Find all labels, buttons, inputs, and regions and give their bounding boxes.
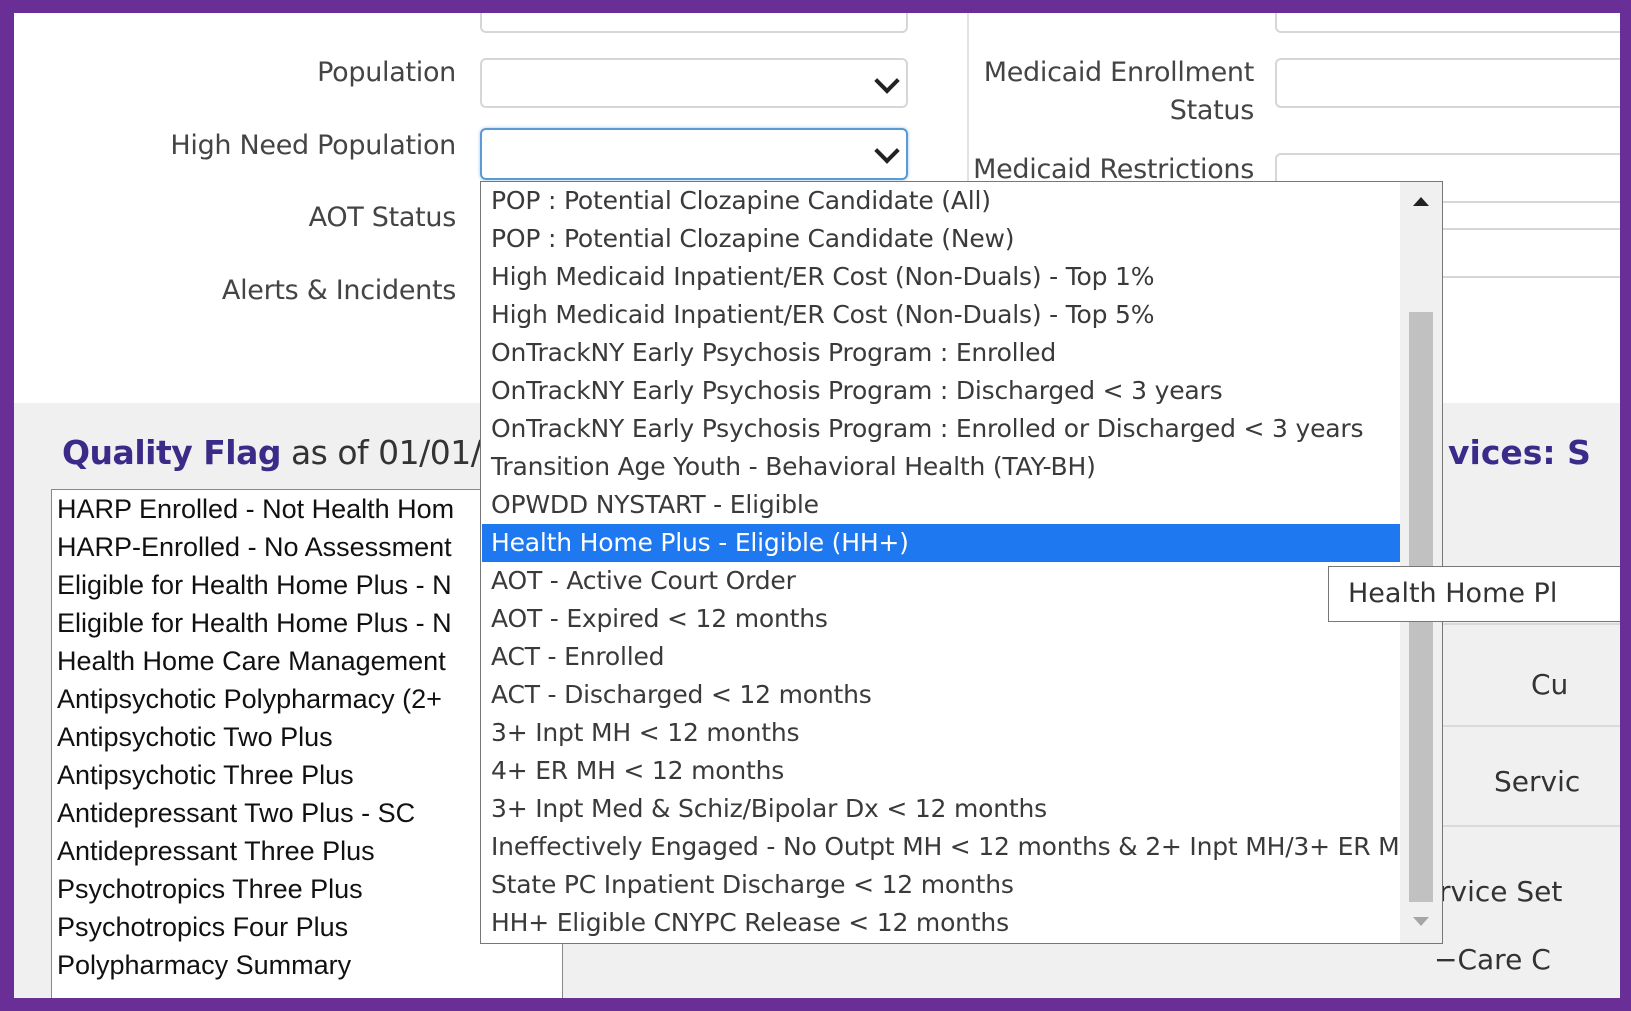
dropdown-option[interactable]: State PC Inpatient Discharge < 12 months — [482, 866, 1400, 904]
chevron-down-icon — [874, 138, 900, 164]
dropdown-option[interactable]: High Medicaid Inpatient/ER Cost (Non-Dua… — [482, 296, 1400, 334]
population-label: Population — [317, 57, 456, 88]
scroll-down-arrow-icon[interactable] — [1413, 917, 1429, 926]
medicaid-enrollment-field[interactable] — [1275, 58, 1620, 108]
service-setting-label: rvice Set — [1439, 875, 1563, 908]
dropdown-option[interactable]: OnTrackNY Early Psychosis Program : Enro… — [482, 410, 1400, 448]
dropdown-scrollbar[interactable] — [1400, 182, 1442, 943]
dropdown-option[interactable]: POP : Potential Clozapine Candidate (All… — [482, 182, 1400, 220]
quality-flag-heading: Quality Flag — [62, 433, 281, 472]
medicaid-enrollment-label-line2: Status — [1169, 95, 1255, 126]
dropdown-option[interactable]: 4+ ER MH < 12 months — [482, 752, 1400, 790]
top-left-select[interactable] — [480, 13, 908, 33]
minus-icon[interactable]: − — [1434, 943, 1457, 976]
scroll-up-arrow-icon[interactable] — [1413, 197, 1429, 206]
quality-flag-title: Quality Flag as of 01/01/202 — [62, 433, 543, 472]
dropdown-option[interactable]: 3+ Inpt MH < 12 months — [482, 714, 1400, 752]
dropdown-option[interactable]: ACT - Discharged < 12 months — [482, 676, 1400, 714]
high-need-population-label: High Need Population — [170, 130, 456, 161]
dropdown-option[interactable]: ACT - Enrolled — [482, 638, 1400, 676]
right-field-4[interactable] — [1434, 228, 1620, 278]
care-label-text: Care C — [1457, 943, 1551, 976]
medicaid-enrollment-label-line1: Medicaid Enrollment — [983, 57, 1255, 88]
top-right-field[interactable] — [1275, 13, 1620, 33]
dropdown-option[interactable]: Transition Age Youth - Behavioral Health… — [482, 448, 1400, 486]
dropdown-option[interactable]: Ineffectively Engaged - No Outpt MH < 12… — [482, 828, 1418, 866]
high-need-population-dropdown[interactable]: POP : Potential Clozapine Candidate (All… — [480, 181, 1443, 944]
dropdown-option[interactable]: OnTrackNY Early Psychosis Program : Enro… — [482, 334, 1400, 372]
dropdown-option[interactable]: AOT - Active Court Order — [482, 562, 1400, 600]
alerts-incidents-label: Alerts & Incidents — [221, 275, 456, 306]
population-select[interactable] — [480, 58, 908, 108]
service-label: Servic — [1494, 765, 1581, 798]
medicaid-enrollment-label: Medicaid Enrollment Status — [954, 54, 1255, 130]
dropdown-option[interactable]: HH+ Eligible CNYPC Release < 12 months — [482, 904, 1400, 942]
dropdown-option[interactable]: AOT - Expired < 12 months — [482, 600, 1400, 638]
dropdown-option[interactable]: 3+ Inpt Med & Schiz/Bipolar Dx < 12 mont… — [482, 790, 1400, 828]
dropdown-option[interactable]: OnTrackNY Early Psychosis Program : Disc… — [482, 372, 1400, 410]
dropdown-option[interactable]: High Medicaid Inpatient/ER Cost (Non-Dua… — [482, 258, 1400, 296]
dropdown-option-selected[interactable]: Health Home Plus - Eligible (HH+) — [482, 524, 1400, 562]
aot-status-label: AOT Status — [308, 202, 457, 233]
chevron-down-icon — [874, 68, 900, 94]
care-coordination-label: −Care C — [1434, 943, 1551, 976]
high-need-population-select[interactable] — [480, 128, 908, 180]
option-tooltip: Health Home Pl — [1328, 566, 1620, 622]
current-label: Cu — [1531, 668, 1569, 701]
dropdown-option[interactable]: OPWDD NYSTART - Eligible — [482, 486, 1400, 524]
services-title: vices: S — [1448, 433, 1591, 472]
page-frame: Population High Need Population AOT Stat… — [14, 13, 1620, 998]
dropdown-option[interactable]: POP : Potential Clozapine Candidate (New… — [482, 220, 1400, 258]
list-item[interactable]: Polypharmacy Summary — [52, 946, 562, 984]
